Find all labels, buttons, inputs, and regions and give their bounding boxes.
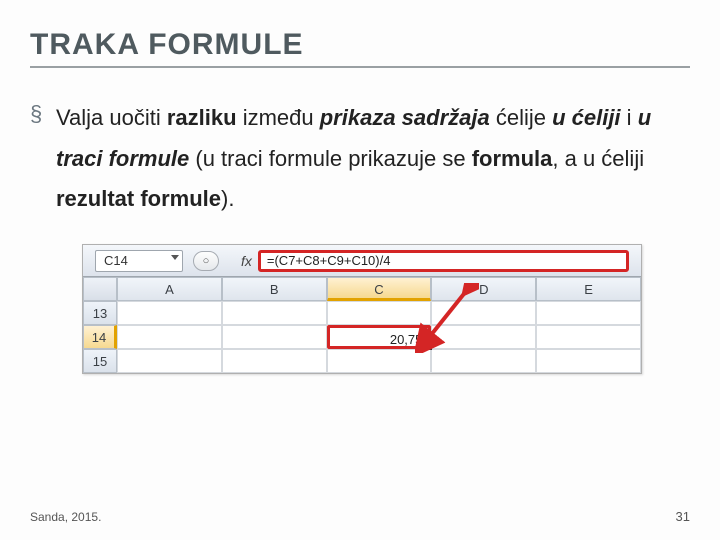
text-formula: formula [472,146,553,171]
formula-bar: C14 ○ fx =(C7+C8+C9+C10)/4 [83,245,641,277]
cell-B14[interactable] [222,325,327,349]
cell-E15[interactable] [536,349,641,373]
text-u-celiji: u ćeliji [552,105,620,130]
excel-screenshot: C14 ○ fx =(C7+C8+C9+C10)/4 A B C D E 13 … [82,244,642,374]
text-end: ). [221,186,234,211]
text-sp2: ćelije [490,105,552,130]
slide-title: TRAKA FORMULE [30,28,690,68]
col-header-B[interactable]: B [222,277,327,301]
cell-A15[interactable] [117,349,222,373]
spreadsheet-grid: A B C D E 13 14 20,75 15 [83,277,641,373]
body-paragraph: Valja uočiti razliku između prikaza sadr… [56,98,690,220]
formula-input[interactable]: =(C7+C8+C9+C10)/4 [258,250,629,272]
name-box-dropdown-icon[interactable] [171,255,179,260]
cell-D14[interactable] [431,325,536,349]
col-header-D[interactable]: D [431,277,536,301]
col-header-C[interactable]: C [327,277,432,301]
select-all-corner[interactable] [83,277,117,301]
row-header-13[interactable]: 13 [83,301,117,325]
text-prikaza: prikaza sadržaja [320,105,490,130]
text-razliku: razliku [167,105,237,130]
col-header-E[interactable]: E [536,277,641,301]
text-sp3: i [621,105,638,130]
col-header-A[interactable]: A [117,277,222,301]
cell-D15[interactable] [431,349,536,373]
cell-A14[interactable] [117,325,222,349]
row-header-15[interactable]: 15 [83,349,117,373]
formula-text: =(C7+C8+C9+C10)/4 [267,253,391,268]
cell-C15[interactable] [327,349,432,373]
text-rezultat: rezultat formule [56,186,221,211]
fx-icon[interactable]: fx [241,253,252,269]
cell-B15[interactable] [222,349,327,373]
text-sp1: između [237,105,320,130]
cell-D13[interactable] [431,301,536,325]
row-header-14[interactable]: 14 [83,325,117,349]
bullet-marker: § [30,98,56,220]
footer-author: Sanda, 2015. [30,510,101,524]
name-box-value: C14 [104,253,128,268]
cell-E14[interactable] [536,325,641,349]
cell-A13[interactable] [117,301,222,325]
text-pre: Valja uočiti [56,105,167,130]
text-sp4: (u traci formule prikazuje se [189,146,471,171]
text-sp5: , a u ćeliji [552,146,644,171]
cell-B13[interactable] [222,301,327,325]
cell-E13[interactable] [536,301,641,325]
cell-C14[interactable]: 20,75 [327,325,432,349]
name-box[interactable]: C14 [95,250,183,272]
page-number: 31 [676,509,690,524]
cell-C13[interactable] [327,301,432,325]
insert-function-pill[interactable]: ○ [193,251,219,271]
